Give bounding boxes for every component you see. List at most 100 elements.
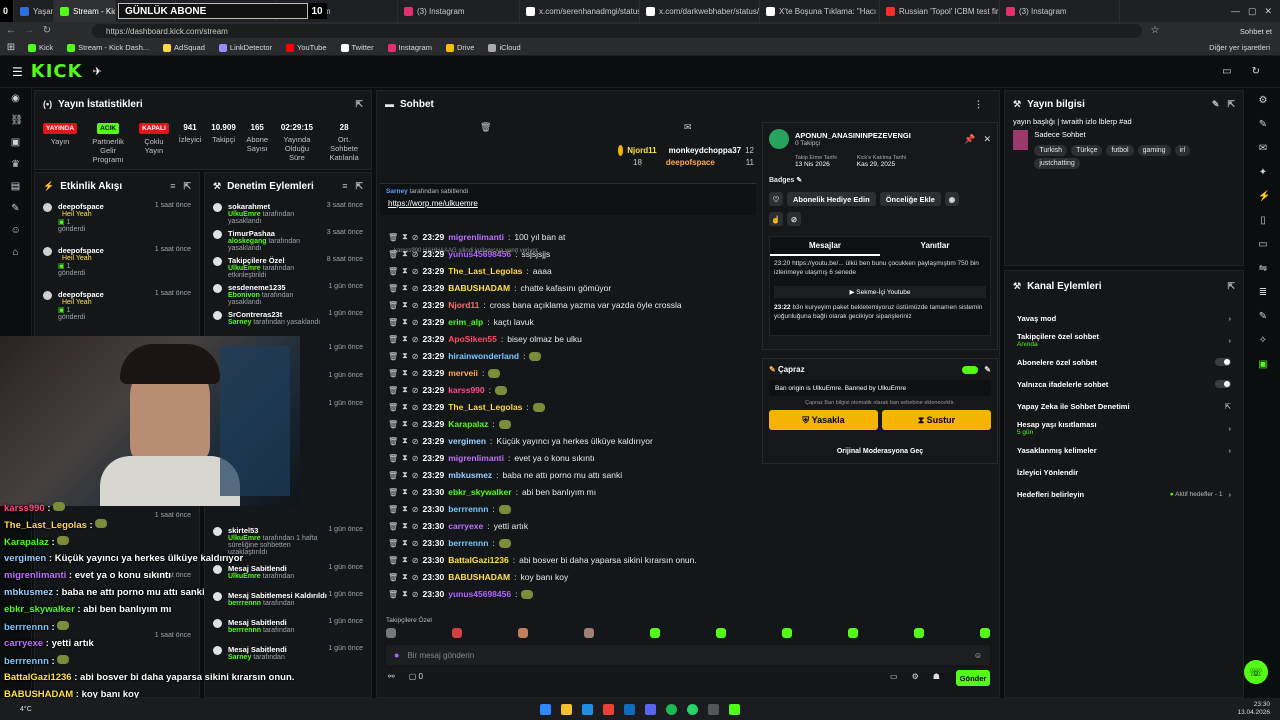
apps-icon[interactable]: ⊞: [6, 42, 16, 53]
chat-input[interactable]: ● Bir mesaj gönderin ☺: [386, 645, 990, 665]
ban-button[interactable]: ⛨ Yasakla: [769, 410, 878, 430]
pinned-link[interactable]: https://worp.me/ulkuemre: [380, 199, 756, 208]
wrench-icon[interactable]: ✎: [1258, 312, 1268, 322]
chat-username[interactable]: yunus45698456: [448, 589, 511, 599]
delete-icon[interactable]: 🗑: [388, 267, 398, 276]
star-icon[interactable]: ☆: [1150, 26, 1160, 36]
heart-icon[interactable]: ♡: [769, 192, 783, 206]
ban-icon[interactable]: ⊘: [412, 318, 419, 327]
chat-message[interactable]: 🗑 ⧗ ⊘ 23:30 BattalGazi1236: abi bosver bi dah…: [388, 555, 697, 565]
moderation-target[interactable]: Takipçilere Özel: [228, 256, 327, 265]
edit-icon[interactable]: ✎: [796, 177, 802, 184]
moderator-name[interactable]: berrrennn: [228, 627, 261, 634]
timeout-icon[interactable]: ⧗: [402, 419, 408, 429]
feed-item[interactable]: deepofspace Heil Yeah ▣ 1 gönderdi 1 saat ön…: [35, 199, 199, 243]
chevron-right-icon[interactable]: ›: [1229, 336, 1232, 345]
file-explorer-icon[interactable]: [561, 703, 572, 715]
moderation-item[interactable]: Mesaj Sabitlendi Sarney tarafından 1 gün ö…: [205, 642, 371, 669]
delete-icon[interactable]: 🗑: [388, 522, 398, 531]
browser-tab[interactable]: Stream - Kick Dashb...: [54, 0, 116, 22]
timeout-icon[interactable]: ⧗: [402, 249, 408, 259]
feed-user[interactable]: deepofspace: [58, 246, 104, 255]
chat-username[interactable]: ebkr_skywalker: [448, 487, 511, 497]
moderation-icon[interactable]: ▤: [11, 182, 21, 192]
delete-icon[interactable]: 🗑: [388, 403, 398, 412]
ban-icon[interactable]: ⊘: [412, 386, 419, 395]
minimize-icon[interactable]: —: [1231, 6, 1240, 17]
chat-username[interactable]: The_Last_Legolas: [448, 402, 522, 412]
moderation-item[interactable]: Mesaj Sabitlendi berrrennn tarafından 1 gü…: [205, 615, 371, 642]
browser-tab[interactable]: X'te Boşuna Tıklama: "Hacı Saban...: [760, 0, 880, 22]
gear-icon[interactable]: ⚙: [912, 672, 919, 681]
moderator-name[interactable]: berrrennn: [228, 600, 261, 607]
trash-icon[interactable]: 🗑: [480, 122, 491, 133]
ban-icon[interactable]: ⊘: [412, 471, 419, 480]
chat-message[interactable]: 🗑 ⧗ ⊘ 23:29 karss990:: [388, 385, 508, 395]
chat-username[interactable]: ApoSiken55: [448, 334, 497, 344]
menu-icon[interactable]: ☰: [12, 65, 23, 79]
lightning-icon[interactable]: ⚡: [1258, 192, 1270, 202]
user-card-name[interactable]: APONUN_ANASININPEZEVENGI: [795, 131, 911, 140]
chat-message[interactable]: 🗑 ⧗ ⊘ 23:29 erim_alp: kaçtı lavuk: [388, 317, 534, 327]
delete-icon[interactable]: 🗑: [388, 284, 398, 293]
eye-icon[interactable]: ◉: [944, 192, 959, 206]
moderator-name[interactable]: Sarney: [228, 654, 251, 661]
chat-message[interactable]: 🗑 ⧗ ⊘ 23:29 mbkusmez: baba ne attı porno mu a…: [388, 470, 622, 480]
chat-username[interactable]: BABUSHADAM: [448, 283, 510, 293]
browser-tab[interactable]: x.com/serenhanadmgi/status/20...: [520, 0, 640, 22]
moderation-item[interactable]: Takipçilere Özel UlkuEmre tarafından etki…: [205, 253, 371, 280]
moderation-target[interactable]: Mesaj Sabitlendi: [228, 645, 287, 654]
channel-action-row[interactable]: Hedefleri belirleyin ● Aktif hedefler - 1…: [1005, 483, 1243, 505]
filter-icon[interactable]: ≡: [170, 181, 175, 192]
chat-message[interactable]: 🗑 ⧗ ⊘ 23:29 migrenlimanti:100 yıl ban at: [388, 232, 565, 242]
windows-start-icon[interactable]: [540, 703, 551, 715]
stream-tag[interactable]: gaming: [1137, 145, 1171, 156]
moderation-target[interactable]: SrContreras23t: [228, 310, 320, 319]
chat-message[interactable]: 🗑 ⧗ ⊘ 23:30 BABUSHADAM: koy banı koy: [388, 572, 568, 582]
stream-tag[interactable]: irl: [1174, 145, 1191, 156]
whatsapp-icon[interactable]: [687, 703, 698, 715]
other-bookmarks[interactable]: Diğer yer işaretleri: [1209, 43, 1270, 52]
edge-icon[interactable]: [582, 703, 593, 715]
ban-icon[interactable]: ⊘: [412, 403, 419, 412]
more-icon[interactable]: ⋮: [974, 99, 983, 110]
popout-icon[interactable]: ⇱: [183, 181, 191, 192]
chat-username[interactable]: Njord11: [448, 300, 479, 310]
browser-tab[interactable]: x.com/darkwebhaber/status/204...: [640, 0, 760, 22]
delete-icon[interactable]: 🗑: [388, 301, 398, 310]
timeout-icon[interactable]: ⧗: [402, 504, 408, 514]
delete-icon[interactable]: 🗑: [388, 471, 398, 480]
timeout-icon[interactable]: ⧗: [402, 402, 408, 412]
toggle-switch[interactable]: [1215, 380, 1231, 388]
timeout-icon[interactable]: ⧗: [402, 334, 408, 344]
mic-icon[interactable]: ●: [394, 650, 399, 660]
bookmark[interactable]: LinkDetector: [218, 43, 272, 52]
tab-messages[interactable]: Mesajlar: [770, 237, 880, 256]
tools-icon[interactable]: ✎: [11, 204, 21, 214]
timeout-icon[interactable]: ⧗: [402, 385, 408, 395]
chat-message[interactable]: 🗑 ⧗ ⊘ 23:29 yunus45698456: ssjsjsjjs: [388, 249, 550, 259]
browser-tab[interactable]: (3) Instagram: [1000, 0, 1120, 22]
popout-icon[interactable]: ⇱: [1227, 99, 1235, 110]
feed-item[interactable]: deepofspace Heil Yeah ▣ 1 gönderdi 1 saat ön…: [35, 287, 199, 331]
bookmark[interactable]: Instagram: [387, 43, 432, 52]
store-icon[interactable]: [624, 703, 635, 715]
ban-icon[interactable]: ⊘: [412, 233, 419, 242]
bookmark[interactable]: AdSquad: [163, 43, 205, 52]
chat-username[interactable]: carryexe: [448, 521, 483, 531]
delete-icon[interactable]: 🗑: [388, 318, 398, 327]
timeout-icon[interactable]: ⧗: [402, 436, 408, 446]
bookmark[interactable]: Kick: [28, 43, 53, 52]
chevron-right-icon[interactable]: ›: [1229, 314, 1232, 323]
moderation-target[interactable]: sokarahmet: [228, 202, 327, 211]
channel-action-row[interactable]: Hesap yaşı kısıtlaması 5 gün ›: [1005, 417, 1243, 439]
kick-app-icon[interactable]: [729, 703, 740, 715]
close-icon[interactable]: ✕: [1264, 6, 1272, 17]
cross-toggle[interactable]: [962, 365, 979, 374]
chat-username[interactable]: migrenlimanti: [448, 232, 504, 242]
link-icon[interactable]: ⚯: [388, 672, 395, 681]
timeout-icon[interactable]: ⧗: [402, 317, 408, 327]
obs-icon[interactable]: [708, 703, 719, 715]
bookmark[interactable]: iCloud: [488, 43, 521, 52]
channel-action-row[interactable]: Takipçilere özel sohbet Anında ›: [1005, 329, 1243, 351]
